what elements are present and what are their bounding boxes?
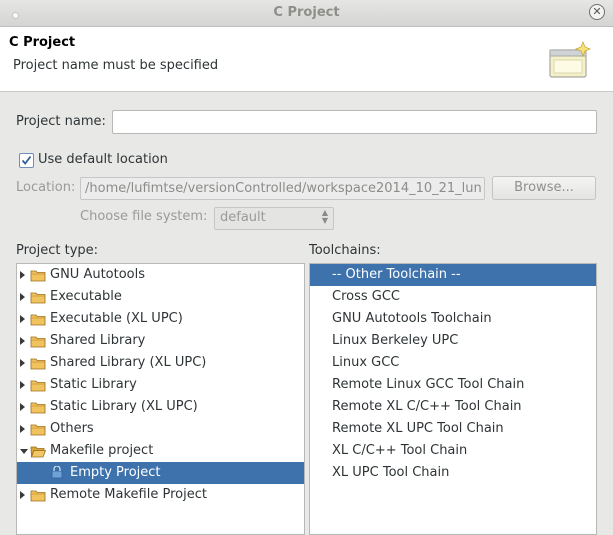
toolchain-item-label: XL UPC Tool Chain bbox=[332, 465, 450, 480]
tree-item-label: Remote Makefile Project bbox=[50, 487, 207, 502]
browse-button[interactable]: Browse... bbox=[492, 176, 596, 200]
toolchain-item[interactable]: Remote XL UPC Tool Chain bbox=[310, 418, 596, 440]
project-name-label: Project name: bbox=[16, 114, 106, 129]
file-system-select[interactable]: default ▲ ▼ bbox=[214, 207, 334, 230]
tree-item-label: Makefile project bbox=[50, 443, 154, 458]
folder-icon bbox=[30, 490, 46, 502]
expander-collapsed-icon[interactable] bbox=[20, 359, 25, 367]
tree-item-label: Static Library (XL UPC) bbox=[50, 399, 198, 414]
expander-collapsed-icon[interactable] bbox=[20, 381, 25, 389]
title-bar: C Project ✕ bbox=[0, 0, 613, 27]
tree-item-label: Static Library bbox=[50, 377, 137, 392]
tree-item[interactable]: Executable (XL UPC) bbox=[17, 308, 304, 330]
project-icon bbox=[51, 466, 63, 479]
toolchain-item-label: -- Other Toolchain -- bbox=[332, 267, 461, 282]
tree-item[interactable]: Remote Makefile Project bbox=[17, 484, 304, 506]
tree-item[interactable]: Others bbox=[17, 418, 304, 440]
folder-icon bbox=[30, 292, 46, 304]
tree-item-label: Shared Library bbox=[50, 333, 146, 348]
folder-icon bbox=[30, 314, 46, 326]
wizard-message: Project name must be specified bbox=[13, 58, 219, 73]
folder-icon bbox=[30, 336, 46, 348]
folder-icon bbox=[30, 270, 46, 282]
checkmark-icon bbox=[21, 155, 32, 165]
expander-expanded-icon[interactable] bbox=[20, 449, 28, 454]
tree-item[interactable]: Static Library bbox=[17, 374, 304, 396]
expander-collapsed-icon[interactable] bbox=[20, 337, 25, 345]
tree-item[interactable]: Shared Library bbox=[17, 330, 304, 352]
expander-collapsed-icon[interactable] bbox=[20, 403, 25, 411]
file-system-label: Choose file system: bbox=[80, 209, 208, 224]
tree-item-label: Executable (XL UPC) bbox=[50, 311, 183, 326]
tree-item[interactable]: Makefile project bbox=[17, 440, 304, 462]
folder-icon bbox=[30, 380, 46, 392]
close-button[interactable]: ✕ bbox=[589, 4, 605, 20]
use-default-location-label: Use default location bbox=[38, 152, 168, 167]
toolchain-item[interactable]: Remote XL C/C++ Tool Chain bbox=[310, 396, 596, 418]
expander-collapsed-icon[interactable] bbox=[20, 315, 25, 323]
tree-item-label: Shared Library (XL UPC) bbox=[50, 355, 207, 370]
toolchain-item-label: Linux GCC bbox=[332, 355, 400, 370]
spin-arrows-icon: ▲ ▼ bbox=[321, 208, 328, 225]
wizard-title: C Project bbox=[9, 35, 76, 50]
toolchain-item-label: Linux Berkeley UPC bbox=[332, 333, 459, 348]
toolchain-item-label: Remote XL C/C++ Tool Chain bbox=[332, 399, 522, 414]
toolchain-item[interactable]: Linux GCC bbox=[310, 352, 596, 374]
expander-collapsed-icon[interactable] bbox=[20, 491, 25, 499]
toolchain-item-label: Cross GCC bbox=[332, 289, 400, 304]
toolchain-item[interactable]: GNU Autotools Toolchain bbox=[310, 308, 596, 330]
tree-item-label: Others bbox=[50, 421, 94, 436]
expander-collapsed-icon[interactable] bbox=[20, 425, 25, 433]
tree-item-label: Executable bbox=[50, 289, 122, 304]
folder-icon bbox=[30, 424, 46, 436]
tree-item[interactable]: Shared Library (XL UPC) bbox=[17, 352, 304, 374]
toolchains-list[interactable]: -- Other Toolchain -- Cross GCC GNU Autoto… bbox=[309, 263, 597, 535]
tree-item[interactable]: Empty Project bbox=[17, 462, 304, 484]
new-project-wizard-icon bbox=[549, 41, 591, 78]
use-default-location-checkbox[interactable] bbox=[19, 153, 34, 168]
location-input[interactable]: /home/lufimtse/versionControlled/workspa… bbox=[80, 177, 485, 200]
location-label: Location: bbox=[16, 180, 76, 195]
toolchain-item[interactable]: Cross GCC bbox=[310, 286, 596, 308]
toolchain-item[interactable]: Remote Linux GCC Tool Chain bbox=[310, 374, 596, 396]
toolchain-item-label: Remote XL UPC Tool Chain bbox=[332, 421, 504, 436]
folder-open-icon bbox=[30, 446, 46, 458]
folder-icon bbox=[30, 358, 46, 370]
project-name-input[interactable] bbox=[112, 110, 597, 134]
tree-item-label: GNU Autotools bbox=[50, 267, 146, 282]
expander-collapsed-icon[interactable] bbox=[20, 293, 25, 301]
toolchain-item-label: GNU Autotools Toolchain bbox=[332, 311, 492, 326]
close-icon: ✕ bbox=[592, 5, 602, 18]
expander-collapsed-icon[interactable] bbox=[20, 271, 25, 279]
tree-item-label: Empty Project bbox=[70, 465, 161, 480]
toolchain-item[interactable]: XL UPC Tool Chain bbox=[310, 462, 596, 484]
project-type-tree[interactable]: GNU Autotools Executable Executable (XL UP… bbox=[16, 263, 305, 535]
toolchain-item[interactable]: -- Other Toolchain -- bbox=[310, 264, 596, 286]
toolchains-label: Toolchains: bbox=[309, 243, 381, 258]
toolchain-item-label: Remote Linux GCC Tool Chain bbox=[332, 377, 525, 392]
folder-icon bbox=[30, 402, 46, 414]
tree-item[interactable]: GNU Autotools bbox=[17, 264, 304, 286]
project-type-label: Project type: bbox=[16, 243, 99, 258]
wizard-header: C Project Project name must be specified bbox=[0, 27, 613, 92]
tree-item[interactable]: Executable bbox=[17, 286, 304, 308]
toolchain-item[interactable]: Linux Berkeley UPC bbox=[310, 330, 596, 352]
toolchain-item-label: XL C/C++ Tool Chain bbox=[332, 443, 468, 458]
toolchain-item[interactable]: XL C/C++ Tool Chain bbox=[310, 440, 596, 462]
window-title: C Project bbox=[273, 5, 340, 20]
tree-item[interactable]: Static Library (XL UPC) bbox=[17, 396, 304, 418]
